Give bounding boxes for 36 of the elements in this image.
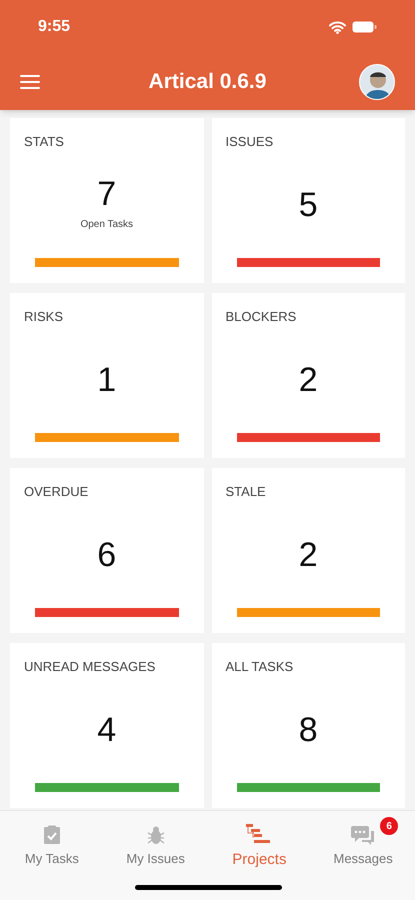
chat-bubbles-icon [350, 825, 376, 845]
card-value: 1 [97, 362, 116, 397]
card-title: STALE [226, 483, 267, 501]
card-value: 2 [298, 538, 318, 572]
status-time: 9:55 [38, 17, 70, 37]
app-title: Artical 0.6.9 [148, 69, 266, 96]
card-title: STATS [24, 133, 65, 151]
battery-icon [352, 21, 377, 33]
card-title: UNREAD MESSAGES [24, 658, 156, 676]
bug-icon [146, 825, 166, 845]
card-value: 6 [97, 538, 116, 572]
card-title: BLOCKERS [226, 308, 298, 326]
stat-card[interactable]: BLOCKERS 2 [212, 293, 405, 458]
stat-card[interactable]: STALE 2 [212, 468, 405, 633]
card-title: OVERDUE [24, 483, 90, 501]
stat-card[interactable]: ALL TASKS 8 [212, 643, 405, 808]
wifi-icon [329, 20, 346, 34]
card-value: 7 [97, 177, 116, 212]
card-value: 5 [298, 188, 318, 222]
card-title: ALL TASKS [226, 658, 294, 676]
stat-card[interactable]: ISSUES 5 [212, 118, 405, 283]
stat-card[interactable]: STATS 7 Open Tasks [10, 118, 204, 283]
stat-card[interactable]: RISKS 1 [10, 293, 204, 458]
avatar-button[interactable] [359, 64, 395, 100]
unread-badge: 6 [380, 817, 398, 835]
clipboard-check-icon [42, 825, 61, 845]
stat-card[interactable]: UNREAD MESSAGES 4 [10, 643, 204, 808]
tab-item[interactable]: My Tasks [0, 821, 104, 872]
card-value: 2 [298, 362, 318, 397]
tab-item[interactable]: My Issues [104, 821, 208, 872]
card-title: ISSUES [226, 133, 274, 151]
stat-card[interactable]: OVERDUE 6 [10, 468, 204, 633]
card-title: RISKS [24, 308, 64, 326]
card-caption: Open Tasks [80, 218, 134, 232]
card-value: 8 [298, 712, 318, 747]
card-value: 4 [97, 712, 116, 747]
